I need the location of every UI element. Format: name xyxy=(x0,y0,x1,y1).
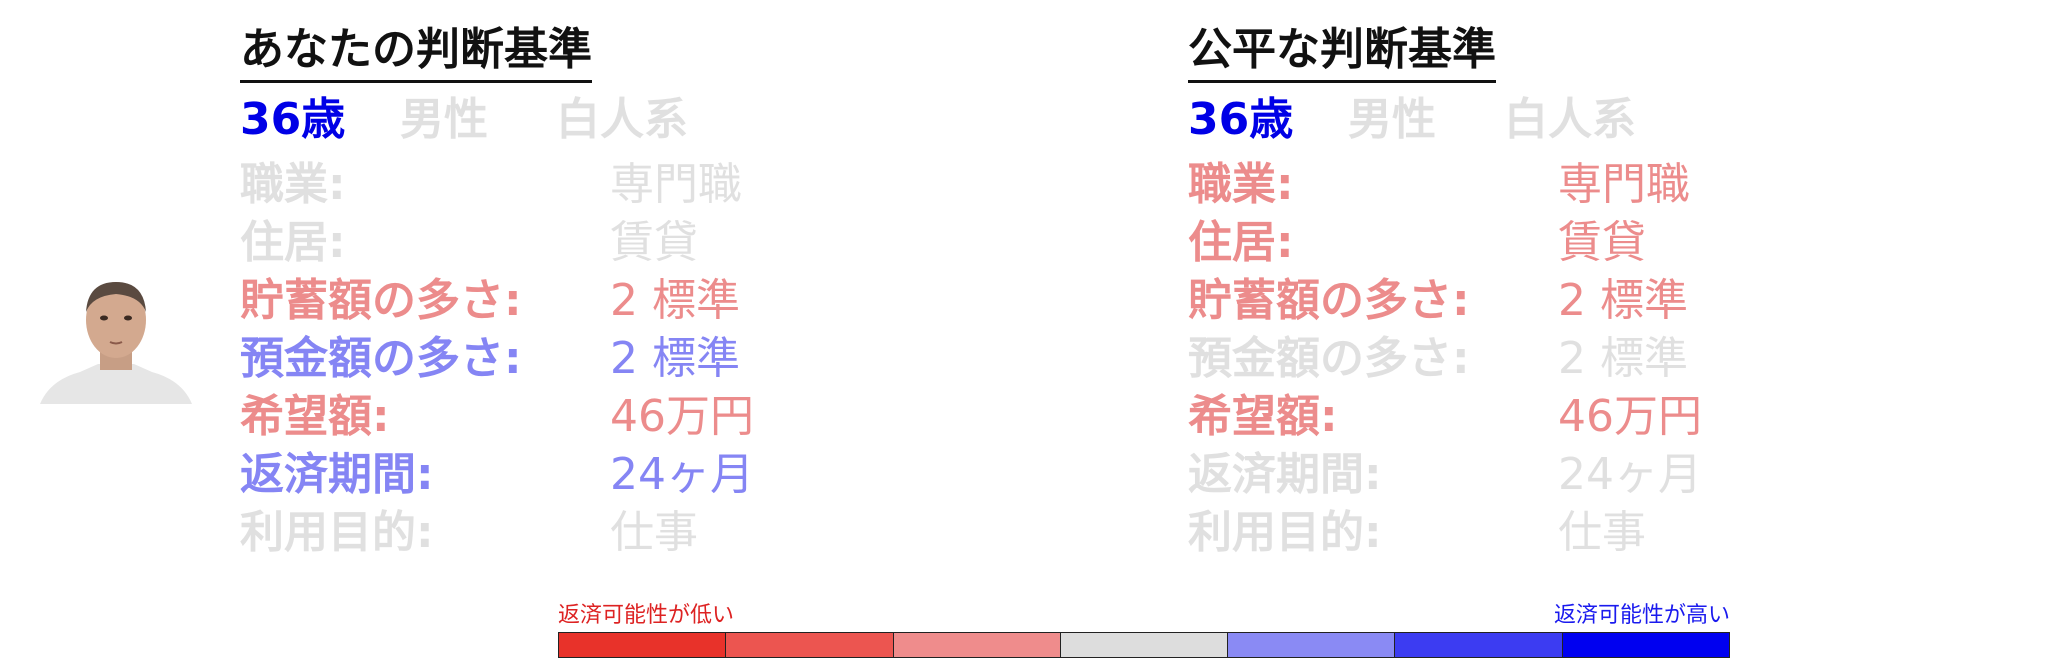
panel-title: 公平な判断基準 xyxy=(1188,22,1496,83)
feature-row: 住居: 賃貸 xyxy=(240,214,800,272)
feature-label: 返済期間: xyxy=(1188,449,1382,500)
feature-label: 職業: xyxy=(240,159,346,210)
feature-label: 貯蓄額の多さ: xyxy=(1188,275,1470,326)
legend-low-label: 返済可能性が低い xyxy=(558,603,735,628)
feature-label: 返済期間: xyxy=(240,449,434,500)
gender-label: 男性 xyxy=(400,94,488,145)
feature-value: 46万円 xyxy=(1558,391,1702,442)
feature-label: 住居: xyxy=(1188,217,1294,268)
feature-row: 返済期間: 24ヶ月 xyxy=(240,446,800,504)
feature-row: 利用目的: 仕事 xyxy=(1188,504,1748,562)
gender-label: 男性 xyxy=(1348,94,1436,145)
scale-segment xyxy=(1060,633,1229,657)
feature-label: 職業: xyxy=(1188,159,1294,210)
legend-high-label: 返済可能性が高い xyxy=(1553,603,1730,628)
feature-label: 貯蓄額の多さ: xyxy=(240,275,522,326)
feature-value: 2 標準 xyxy=(1558,333,1688,384)
feature-label: 利用目的: xyxy=(1188,507,1382,558)
right-eye-shape xyxy=(124,315,132,321)
feature-value: 46万円 xyxy=(610,391,754,442)
feature-value: 2 標準 xyxy=(610,333,740,384)
feature-label: 希望額: xyxy=(240,391,390,442)
feature-value: 2 標準 xyxy=(610,275,740,326)
age-label: 36歳 xyxy=(240,94,346,145)
race-label: 白人系 xyxy=(556,94,688,145)
feature-value: 2 標準 xyxy=(1558,275,1688,326)
feature-row: 預金額の多さ: 2 標準 xyxy=(1188,330,1748,388)
scale-segment xyxy=(559,633,727,657)
feature-row: 住居: 賃貸 xyxy=(1188,214,1748,272)
scale-segment xyxy=(1228,633,1396,657)
feature-label: 預金額の多さ: xyxy=(240,333,522,384)
feature-row: 返済期間: 24ヶ月 xyxy=(1188,446,1748,504)
feature-label: 希望額: xyxy=(1188,391,1338,442)
color-scale xyxy=(558,632,1730,658)
feature-row: 職業: 専門職 xyxy=(240,156,800,214)
scale-segment xyxy=(893,633,1061,657)
feature-value: 仕事 xyxy=(1558,507,1646,558)
feature-label: 利用目的: xyxy=(240,507,434,558)
feature-value: 24ヶ月 xyxy=(610,449,754,500)
feature-row: 貯蓄額の多さ: 2 標準 xyxy=(240,272,800,330)
feature-value: 仕事 xyxy=(610,507,698,558)
feature-value: 賃貸 xyxy=(610,217,698,268)
feature-row: 希望額: 46万円 xyxy=(1188,388,1748,446)
panel-title: あなたの判断基準 xyxy=(240,22,592,83)
feature-label: 住居: xyxy=(240,217,346,268)
feature-value: 24ヶ月 xyxy=(1558,449,1702,500)
feature-row: 貯蓄額の多さ: 2 標準 xyxy=(1188,272,1748,330)
feature-row: 利用目的: 仕事 xyxy=(240,504,800,562)
scale-segment xyxy=(1395,633,1563,657)
feature-value: 専門職 xyxy=(1558,159,1690,210)
feature-row: 職業: 専門職 xyxy=(1188,156,1748,214)
age-label: 36歳 xyxy=(1188,94,1294,145)
feature-label: 預金額の多さ: xyxy=(1188,333,1470,384)
scale-segment xyxy=(726,633,894,657)
left-eye-shape xyxy=(100,315,108,321)
feature-row: 希望額: 46万円 xyxy=(240,388,800,446)
race-label: 白人系 xyxy=(1504,94,1636,145)
scale-segment xyxy=(1562,633,1729,657)
feature-value: 賃貸 xyxy=(1558,217,1646,268)
feature-value: 専門職 xyxy=(610,159,742,210)
feature-row: 預金額の多さ: 2 標準 xyxy=(240,330,800,388)
applicant-photo xyxy=(40,282,192,404)
